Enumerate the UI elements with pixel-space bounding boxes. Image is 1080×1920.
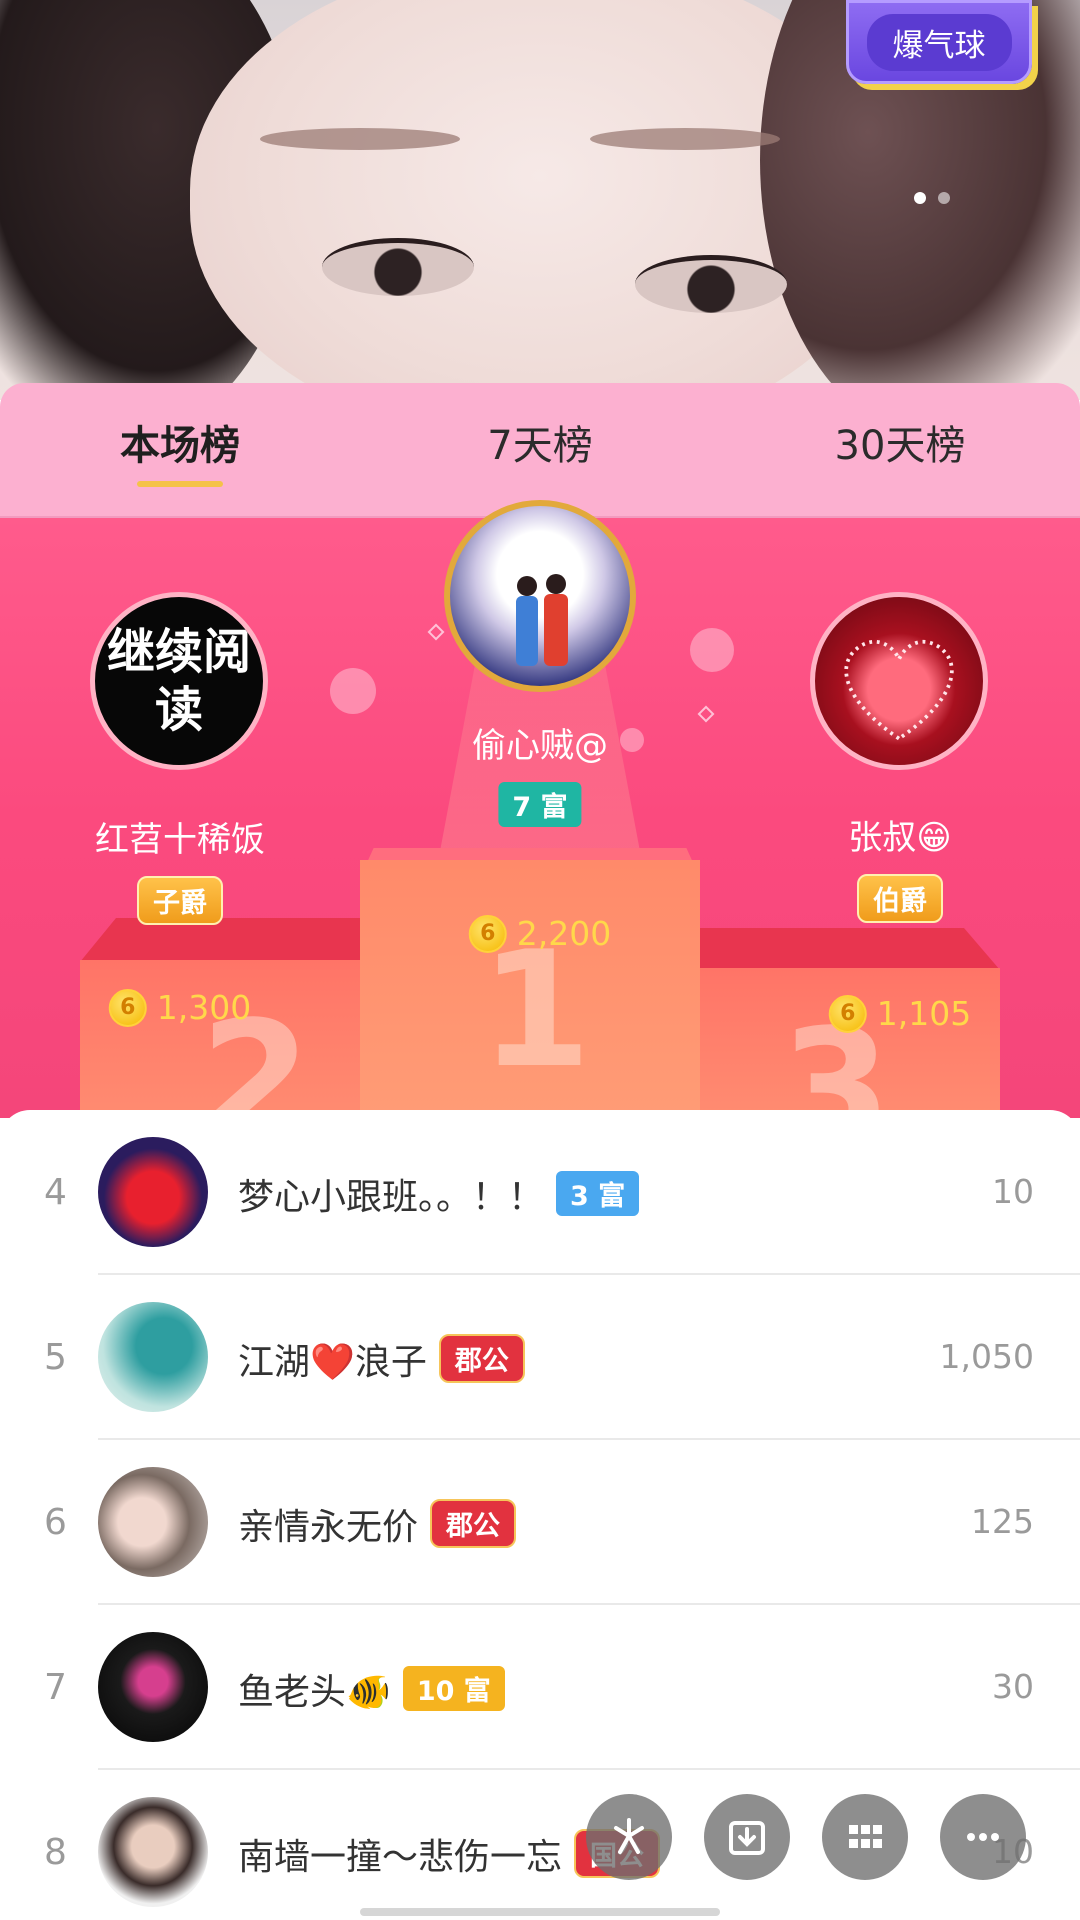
user-name: 江湖❤️浪子 (238, 1342, 427, 1383)
podium-third-top (700, 928, 1000, 970)
contribution-value: 125 (971, 1502, 1034, 1541)
second-place-coin-value: 1,300 (156, 988, 252, 1027)
third-place-name: 张叔😁 (848, 818, 952, 858)
heart-image (844, 639, 954, 741)
second-place-badge: 子爵 (137, 876, 223, 925)
home-indicator[interactable] (360, 1908, 720, 1916)
user-name: 亲情永无价 (238, 1507, 419, 1548)
rank-number: 6 (44, 1502, 67, 1543)
rank-number: 8 (44, 1832, 67, 1873)
user-name: 梦心小跟班。。！！ (238, 1177, 545, 1218)
active-tab-underline (137, 481, 223, 487)
user-name-line: 鱼老头🐠 10 富 (238, 1663, 505, 1715)
title-badge: 郡公 (430, 1499, 517, 1548)
more-button[interactable] (940, 1794, 1026, 1880)
eye-left (322, 238, 474, 296)
second-place-name: 红苕十稀饭 (95, 820, 265, 860)
first-place-avatar[interactable] (444, 500, 636, 692)
grid-icon (849, 1825, 882, 1848)
podium-first: 1 (360, 860, 700, 1118)
list-item[interactable]: 5 江湖❤️浪子 郡公 1,050 (0, 1275, 1080, 1440)
bubble-decoration (690, 628, 734, 672)
avatar[interactable] (98, 1137, 208, 1247)
title-badge: 郡公 (438, 1334, 525, 1383)
wealth-badge: 10 富 (402, 1666, 505, 1711)
carousel-dot-active (914, 192, 926, 204)
boom-balloon-label: 爆气球 (866, 13, 1012, 71)
boom-balloon-button[interactable]: 爆气球 (846, 0, 1032, 84)
avatar[interactable] (98, 1302, 208, 1412)
rank-number: 4 (44, 1172, 67, 1213)
first-place-name: 偷心贼@ (472, 726, 608, 766)
contribution-value: 30 (992, 1667, 1034, 1706)
podium-third: 3 (700, 968, 1000, 1118)
tab-7-days[interactable]: 7天榜 (487, 413, 592, 471)
rank-number: 7 (44, 1667, 67, 1708)
sparkle-decoration (697, 705, 715, 723)
carousel-dot (938, 192, 950, 204)
second-place-coins: 6 1,300 (108, 988, 252, 1027)
podium-second-top (80, 918, 380, 962)
more-icon (967, 1833, 999, 1841)
coin-icon: 6 (108, 988, 147, 1027)
continue-reading-text: 继续阅读 (106, 624, 251, 738)
couple-illustration (516, 574, 568, 666)
user-name-line: 梦心小跟班。。！！ 3 富 (238, 1168, 640, 1220)
user-name-line: 江湖❤️浪子 郡公 (238, 1333, 525, 1385)
wealth-badge: 3 富 (556, 1171, 640, 1216)
coin-icon: 6 (468, 914, 507, 953)
list-item[interactable]: 7 鱼老头🐠 10 富 30 (0, 1605, 1080, 1770)
first-place-coin-value: 2,200 (516, 914, 612, 953)
list-item[interactable]: 4 梦心小跟班。。！！ 3 富 10 (0, 1110, 1080, 1275)
user-name-line: 亲情永无价 郡公 (238, 1498, 517, 1550)
eye-right (635, 255, 787, 313)
ranking-tabs: 本场榜 7天榜 30天榜 (0, 383, 1080, 518)
rank-number: 5 (44, 1337, 67, 1378)
avatar[interactable] (98, 1467, 208, 1577)
third-place-coin-value: 1,105 (876, 994, 972, 1033)
tab-30-days[interactable]: 30天榜 (835, 413, 966, 471)
download-button[interactable] (704, 1794, 790, 1880)
eyebrow-right (590, 128, 780, 150)
ranking-list: 4 梦心小跟班。。！！ 3 富 10 5 江湖❤️浪子 郡公 1,050 6 亲情永… (0, 1110, 1080, 1920)
podium-second: 2 (80, 960, 380, 1118)
podium-first-number: 1 (480, 916, 592, 1103)
carousel-dots (914, 192, 950, 204)
third-place-badge: 伯爵 (857, 874, 943, 923)
list-item[interactable]: 6 亲情永无价 郡公 125 (0, 1440, 1080, 1605)
first-place-coins: 6 2,200 (468, 914, 612, 953)
second-place-avatar[interactable]: 继续阅读 (90, 592, 268, 770)
third-place-coins: 6 1,105 (828, 994, 972, 1033)
bubble-decoration (620, 728, 644, 752)
avatar[interactable] (98, 1632, 208, 1742)
live-photo: 爆气球 (0, 0, 1080, 400)
avatar[interactable] (98, 1797, 208, 1907)
user-name: 鱼老头🐠 (238, 1672, 391, 1713)
tab-this-show[interactable]: 本场榜 (120, 413, 240, 471)
download-icon (729, 1821, 765, 1855)
sparkle-decoration (427, 623, 445, 641)
coin-icon: 6 (828, 994, 867, 1033)
contribution-value: 10 (992, 1172, 1034, 1211)
contribution-value: 1,050 (939, 1337, 1034, 1376)
share-icon (614, 1818, 644, 1854)
first-place-badge: 7 富 (498, 782, 582, 827)
user-name: 南墙一撞～悲伤一忘 (238, 1837, 563, 1878)
share-button[interactable] (586, 1794, 672, 1880)
third-place-avatar[interactable] (810, 592, 988, 770)
list-item[interactable]: 8 南墙一撞～悲伤一忘国公 10 (0, 1770, 1080, 1920)
apps-button[interactable] (822, 1794, 908, 1880)
bubble-decoration (330, 668, 376, 714)
eyebrow-left (260, 128, 460, 150)
